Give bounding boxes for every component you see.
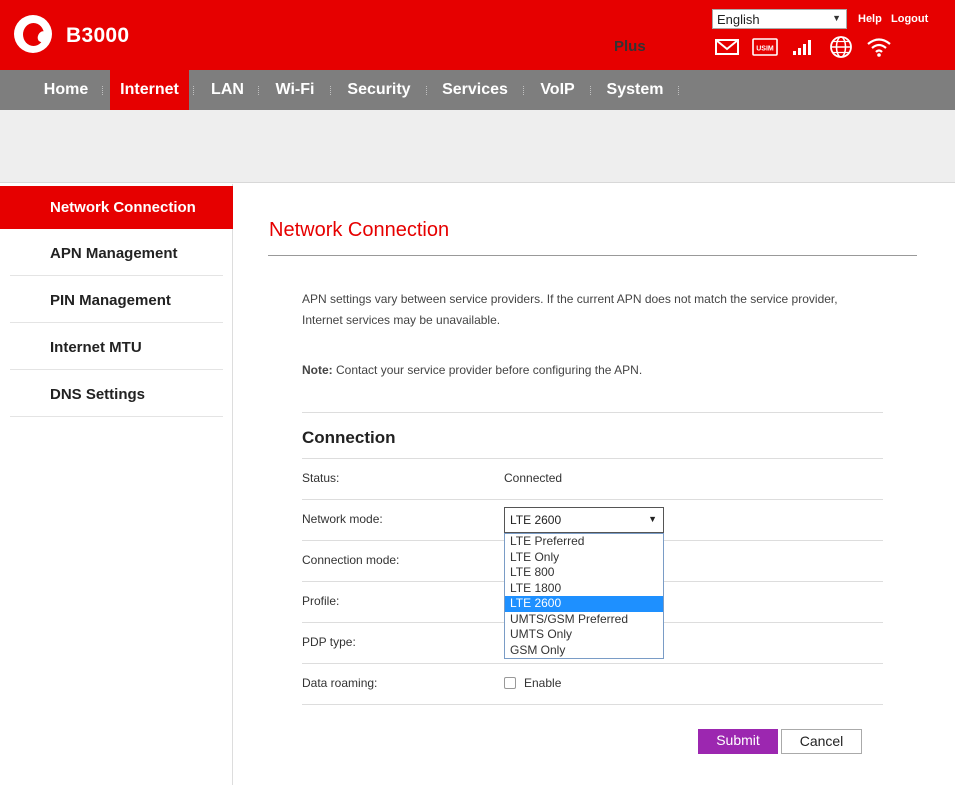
network-mode-option[interactable]: GSM Only (505, 643, 663, 659)
network-mode-option-selected[interactable]: LTE 2600 (505, 596, 663, 612)
data-roaming-enable-label[interactable]: Enable (524, 676, 561, 690)
sidebar-item-internet-mtu[interactable]: Internet MTU (10, 325, 223, 370)
nav-home[interactable]: Home (30, 70, 102, 110)
title-divider (268, 255, 917, 256)
cancel-button[interactable]: Cancel (781, 729, 862, 754)
row-divider (302, 458, 883, 459)
sidebar: Network Connection APN Management PIN Ma… (0, 184, 233, 785)
section-title: Connection (302, 428, 396, 447)
operator-tag: Plus (614, 38, 646, 55)
row-divider (302, 704, 883, 705)
language-value: English (717, 12, 760, 27)
network-mode-select[interactable]: LTE 2600 ▼ (504, 507, 664, 533)
status-label: Status: (302, 471, 340, 485)
chevron-down-icon: ▼ (648, 514, 657, 524)
logout-link[interactable]: Logout (891, 13, 928, 25)
row-divider (302, 499, 883, 500)
status-value: Connected (504, 471, 563, 485)
usim-icon: USIM (752, 38, 778, 56)
top-nav: Home Internet LAN Wi-Fi Security Service… (0, 70, 955, 110)
connection-mode-label: Connection mode: (302, 553, 400, 567)
signal-icon (793, 40, 811, 55)
apn-description: APN settings vary between service provid… (302, 292, 838, 327)
sidebar-item-dns-settings[interactable]: DNS Settings (10, 372, 223, 417)
data-roaming-label: Data roaming: (302, 676, 378, 690)
nav-system[interactable]: System (598, 70, 672, 110)
nav-voip[interactable]: VoIP (530, 70, 585, 110)
network-mode-option[interactable]: UMTS Only (505, 627, 663, 643)
nav-security[interactable]: Security (338, 70, 420, 110)
chevron-down-icon: ▼ (832, 13, 841, 23)
mail-icon[interactable] (714, 37, 740, 57)
network-mode-option[interactable]: LTE Only (505, 550, 663, 566)
pdp-type-label: PDP type: (302, 635, 356, 649)
row-divider (302, 663, 883, 664)
submit-button[interactable]: Submit (698, 729, 778, 754)
sub-header-band (0, 110, 955, 183)
vodafone-logo-icon (14, 15, 52, 53)
wifi-icon (867, 38, 891, 57)
apn-note: Note: Contact your service provider befo… (302, 363, 642, 377)
sidebar-item-apn-management[interactable]: APN Management (10, 231, 223, 276)
section-divider (302, 412, 883, 413)
network-mode-value: LTE 2600 (510, 513, 562, 527)
data-roaming-checkbox[interactable] (504, 677, 516, 689)
network-mode-option[interactable]: UMTS/GSM Preferred (505, 612, 663, 628)
language-select[interactable]: English ▼ (712, 9, 847, 29)
nav-lan[interactable]: LAN (200, 70, 255, 110)
profile-label: Profile: (302, 594, 340, 608)
network-mode-label: Network mode: (302, 512, 383, 526)
network-mode-option[interactable]: LTE Preferred (505, 534, 663, 550)
nav-wifi[interactable]: Wi-Fi (266, 70, 324, 110)
header: B3000 Plus English ▼ Help Logout USIM (0, 0, 955, 70)
note-text: Contact your service provider before con… (332, 363, 643, 377)
page-title: Network Connection (269, 219, 450, 241)
network-mode-dropdown: LTE Preferred LTE Only LTE 800 LTE 1800 … (504, 533, 664, 659)
globe-icon (830, 36, 852, 58)
sidebar-item-network-connection[interactable]: Network Connection (0, 186, 233, 229)
help-link[interactable]: Help (858, 13, 882, 25)
network-mode-option[interactable]: LTE 1800 (505, 581, 663, 597)
nav-internet[interactable]: Internet (110, 70, 189, 110)
model-name: B3000 (66, 24, 130, 47)
sidebar-item-pin-management[interactable]: PIN Management (10, 278, 223, 323)
svg-text:USIM: USIM (756, 46, 774, 53)
network-mode-option[interactable]: LTE 800 (505, 565, 663, 581)
nav-services[interactable]: Services (434, 70, 516, 110)
note-label: Note: (302, 363, 333, 377)
